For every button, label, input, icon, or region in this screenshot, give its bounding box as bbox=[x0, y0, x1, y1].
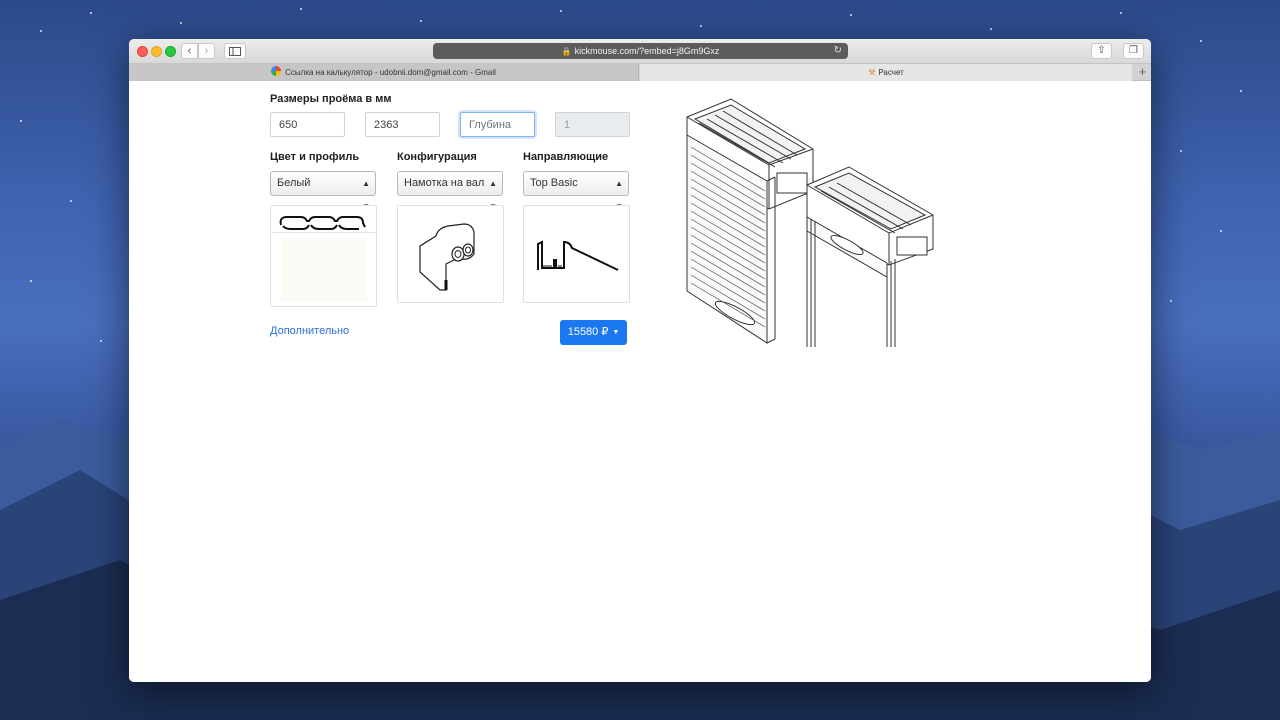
google-icon bbox=[271, 66, 282, 76]
browser-toolbar: ‹ › 🔒 kickmouse.com/?embed=j8Gm9Gxz ↻ ⇪ ❐ bbox=[129, 39, 1151, 64]
color-profile-label: Цвет и профиль bbox=[270, 151, 360, 163]
tool-icon: ⚒ bbox=[868, 68, 876, 77]
tabs-icon: ❐ bbox=[1129, 45, 1138, 56]
address-url: kickmouse.com/?embed=j8Gm9Gxz bbox=[574, 46, 720, 56]
dimensions-title: Размеры проёма в мм bbox=[270, 93, 392, 105]
more-options-link[interactable]: Дополнительно bbox=[270, 325, 349, 337]
zoom-window-button[interactable] bbox=[165, 46, 176, 57]
caret-down-icon: ▼ bbox=[612, 329, 620, 336]
configuration-select[interactable]: Намотка на вал ▲▼ bbox=[397, 171, 503, 211]
guides-label: Направляющие bbox=[523, 151, 609, 163]
quantity-input bbox=[555, 112, 630, 137]
tab-calculation-title: Расчет bbox=[878, 68, 904, 77]
chevron-left-icon: ‹ bbox=[187, 45, 192, 57]
lock-icon: 🔒 bbox=[561, 47, 572, 56]
tab-gmail-title: Ссылка на калькулятор - udobnii.dom@gmai… bbox=[285, 68, 496, 77]
chevron-right-icon: › bbox=[204, 45, 209, 57]
roll-shaft-icon bbox=[419, 223, 475, 291]
tab-calculation[interactable]: ⚒ Расчет bbox=[640, 64, 1132, 81]
browser-window: ‹ › 🔒 kickmouse.com/?embed=j8Gm9Gxz ↻ ⇪ ❐… bbox=[129, 39, 1151, 682]
share-icon: ⇪ bbox=[1097, 45, 1106, 56]
configuration-label: Конфигурация bbox=[397, 151, 477, 163]
width-input[interactable] bbox=[270, 112, 345, 137]
guides-select[interactable]: Top Basic ▲▼ bbox=[523, 171, 629, 211]
page-content: Размеры проёма в мм Цвет и профиль Конфи… bbox=[129, 81, 1151, 682]
close-window-button[interactable] bbox=[137, 46, 148, 57]
share-button[interactable]: ⇪ bbox=[1091, 43, 1112, 59]
roller-shutter-illustration bbox=[686, 98, 934, 347]
tab-gmail[interactable]: Ссылка на калькулятор - udobnii.dom@gmai… bbox=[129, 64, 639, 81]
guides-select-value: Top Basic bbox=[530, 177, 578, 189]
back-button[interactable]: ‹ bbox=[181, 43, 198, 59]
price-dropdown-button[interactable]: 15580 ₽ ▼ bbox=[560, 320, 627, 345]
height-input[interactable] bbox=[365, 112, 440, 137]
price-value: 15580 ₽ bbox=[567, 326, 609, 338]
sidebar-toggle-button[interactable] bbox=[224, 43, 246, 59]
configuration-card[interactable] bbox=[397, 205, 504, 303]
minimize-window-button[interactable] bbox=[151, 46, 162, 57]
color-profile-card[interactable] bbox=[270, 205, 377, 307]
address-bar[interactable]: 🔒 kickmouse.com/?embed=j8Gm9Gxz ↻ bbox=[433, 43, 848, 59]
color-select[interactable]: Белый ▲▼ bbox=[270, 171, 376, 211]
color-select-value: Белый bbox=[277, 177, 311, 189]
new-tab-button[interactable]: + bbox=[1134, 64, 1151, 81]
guide-profile-icon bbox=[537, 240, 619, 271]
show-tabs-button[interactable]: ❐ bbox=[1123, 43, 1144, 59]
color-swatch bbox=[281, 238, 367, 302]
depth-input[interactable] bbox=[460, 112, 535, 137]
configuration-select-value: Намотка на вал bbox=[404, 177, 485, 189]
reload-icon[interactable]: ↻ bbox=[834, 43, 842, 59]
forward-button[interactable]: › bbox=[198, 43, 215, 59]
tab-bar: Ссылка на калькулятор - udobnii.dom@gmai… bbox=[129, 64, 1151, 81]
sidebar-icon bbox=[229, 47, 241, 56]
guides-card[interactable] bbox=[523, 205, 630, 303]
